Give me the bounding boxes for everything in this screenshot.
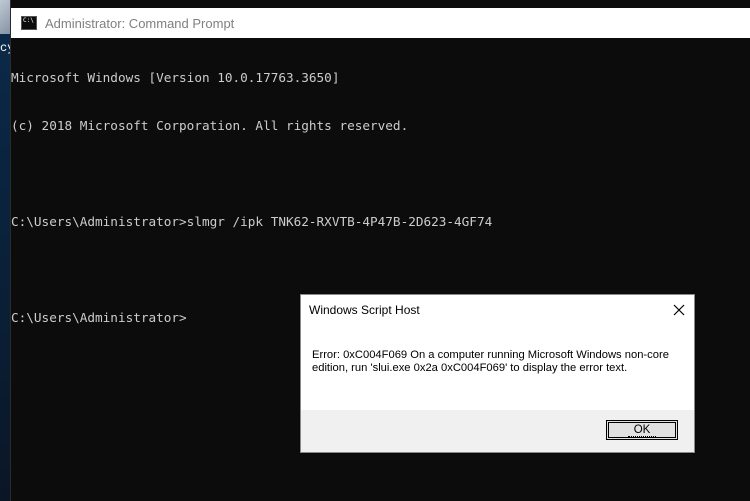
console-line: C:\Users\Administrator>slmgr /ipk TNK62-… [11,214,493,229]
ok-button[interactable]: OK [606,420,678,440]
dialog-title: Windows Script Host [309,303,420,317]
script-host-dialog[interactable]: Windows Script Host Error: 0xC004F069 On… [300,294,695,453]
cmd-icon[interactable] [21,16,37,30]
desktop-icon-label: cy [0,41,10,55]
console-line: Microsoft Windows [Version 10.0.17763.36… [11,70,340,85]
dialog-message: Error: 0xC004F069 On a computer running … [312,349,669,374]
desktop-shortcut-icon[interactable] [0,0,10,34]
window-titlebar[interactable]: Administrator: Command Prompt [11,8,750,38]
console-line: (c) 2018 Microsoft Corporation. All righ… [11,118,409,133]
desktop-background: cy [0,0,10,501]
window-title: Administrator: Command Prompt [45,15,235,31]
close-icon[interactable] [668,299,690,321]
dialog-footer: OK [301,410,694,452]
ok-button-label: OK [627,424,657,437]
